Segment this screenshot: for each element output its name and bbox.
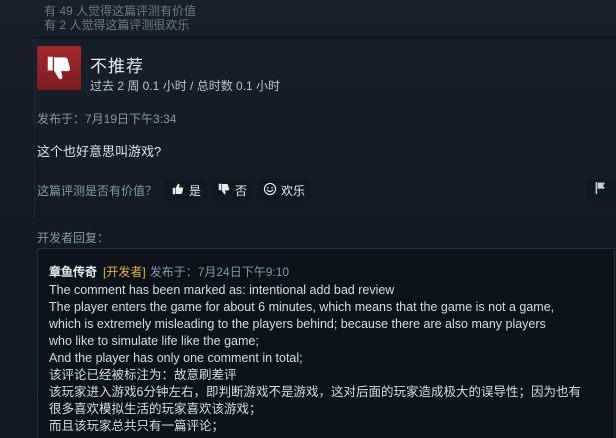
helpful-count: 有 49 人觉得这篇评测有价值	[44, 4, 197, 18]
developer-response-label: 开发者回复：	[37, 231, 110, 245]
response-line: The player enters the game for about 6 m…	[49, 300, 555, 314]
developer-name[interactable]: 章鱼传奇	[49, 263, 97, 280]
funny-count: 有 2 人觉得这篇评测很欢乐	[44, 18, 190, 32]
developer-response-header: 章鱼传奇 [开发者] 发布于：7月24日下午9:10	[49, 263, 289, 280]
response-line: The comment has been marked as: intentio…	[49, 283, 395, 297]
helpful-question: 这篇评测是否有价值？	[37, 183, 158, 198]
review-vote-stats: 有 49 人觉得这篇评测有价值 有 2 人觉得这篇评测很欢乐	[44, 4, 196, 32]
flag-icon	[593, 180, 609, 201]
divider	[34, 37, 616, 38]
developer-tag: [开发者]	[103, 265, 146, 279]
vote-no-label: 否	[235, 183, 248, 198]
vote-funny-button[interactable]: 欢乐	[257, 179, 312, 201]
response-line: And the player has only one comment in t…	[49, 351, 303, 365]
response-line: who like to simulate life like the game;	[49, 334, 259, 348]
divider	[34, 38, 35, 218]
report-button[interactable]	[586, 179, 616, 201]
review-page: 有 49 人觉得这篇评测有价值 有 2 人觉得这篇评测很欢乐 不推荐 过去 2 …	[0, 0, 616, 438]
vote-no-button[interactable]: 否	[211, 179, 254, 201]
review-content: 这个也好意思叫游戏?	[37, 144, 162, 159]
response-line: 该评论已经被标注为：故意刷差评	[49, 368, 237, 382]
response-line: 该玩家进入游戏6分钟左右，即判断游戏不是游戏，这对后面的玩家造成极大的误导性；因…	[49, 385, 581, 399]
vote-yes-button[interactable]: 是	[165, 179, 208, 201]
review-verdict: 不推荐	[90, 57, 144, 76]
thumbs-down-icon	[37, 46, 81, 90]
response-line: 而且该玩家总共只有一篇评论；	[49, 419, 225, 433]
developer-response-date: 发布于：7月24日下午9:10	[149, 265, 290, 279]
response-line: which is extremely misleading to the pla…	[49, 317, 546, 331]
thumbs-up-icon	[171, 182, 185, 199]
vote-funny-label: 欢乐	[281, 183, 306, 198]
developer-response-box: 章鱼传奇 [开发者] 发布于：7月24日下午9:10 The comment h…	[37, 248, 615, 438]
review-posted-date: 发布于：7月19日下午3:34	[37, 112, 177, 126]
thumbs-down-icon	[217, 182, 231, 199]
playtime-summary: 过去 2 周 0.1 小时 / 总时数 0.1 小时	[90, 79, 281, 93]
helpful-vote-bar: 这篇评测是否有价值？ 是 否 欢乐	[37, 179, 315, 201]
response-line: 很多喜欢模拟生活的玩家喜欢该游戏；	[49, 402, 262, 416]
vote-yes-label: 是	[189, 183, 202, 198]
smiley-icon	[263, 182, 277, 199]
developer-response-text: The comment has been marked as: intentio…	[49, 282, 611, 435]
